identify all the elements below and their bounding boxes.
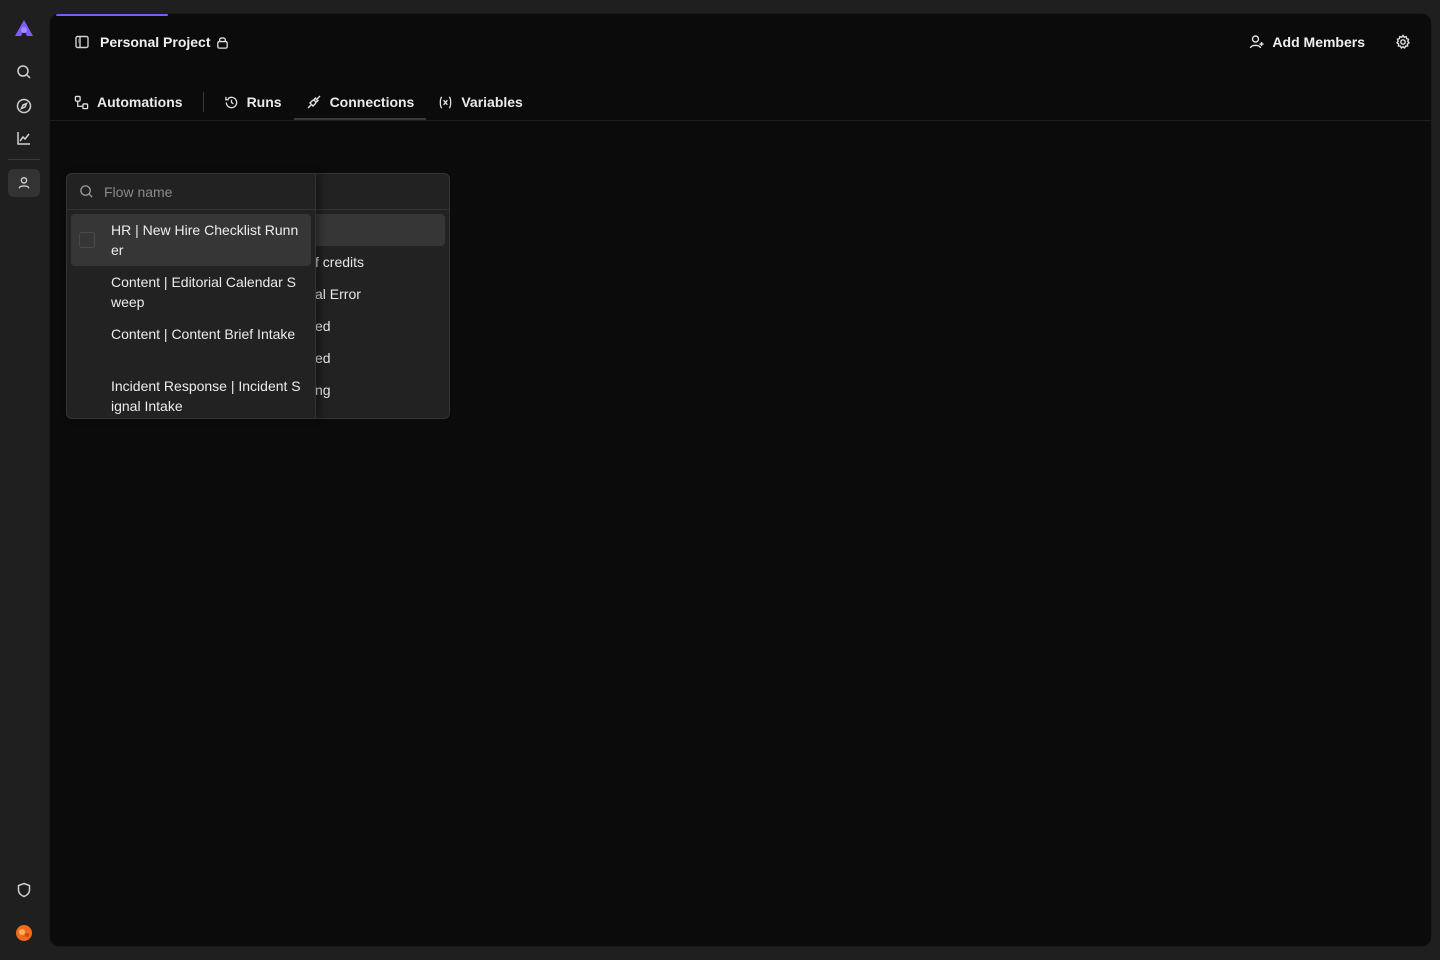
flow-option[interactable]: HR | New Hire Checklist Runner	[71, 214, 311, 266]
project-tabs: Automations Runs Connections Variables	[74, 84, 535, 120]
search-icon[interactable]	[8, 58, 40, 86]
add-members-button[interactable]: Add Members	[1249, 34, 1365, 50]
variable-icon	[438, 95, 453, 110]
flow-option[interactable]: Incident Response | Incident Signal Inta…	[71, 370, 311, 418]
flow-filter-dropdown: HR | New Hire Checklist Runner Content |…	[66, 173, 316, 419]
flow-option-label: Content | Editorial Calendar Sweep	[111, 274, 296, 310]
status-option[interactable]: ed	[315, 318, 331, 334]
project-title[interactable]: Personal Project	[100, 34, 211, 50]
flow-option[interactable]: Content | Content Brief Intake	[71, 318, 311, 370]
tab-label: Variables	[461, 94, 523, 110]
chart-line-icon[interactable]	[8, 124, 40, 152]
automations-icon	[74, 95, 89, 110]
flow-search-input[interactable]	[102, 182, 292, 201]
logo-icon[interactable]	[8, 14, 40, 42]
status-option[interactable]: ng	[315, 382, 331, 398]
compass-icon[interactable]	[8, 92, 40, 120]
checkbox[interactable]	[79, 232, 95, 248]
lock-icon	[215, 35, 230, 50]
flow-option-label: HR | New Hire Checklist Runner	[111, 222, 299, 258]
add-user-icon	[1249, 34, 1265, 50]
status-option[interactable]: al Error	[315, 286, 361, 302]
status-option[interactable]: ed	[315, 350, 331, 366]
plug-icon	[306, 94, 322, 110]
tab-label: Automations	[97, 94, 183, 110]
gear-icon[interactable]	[1395, 34, 1411, 50]
sidebar-toggle-icon[interactable]	[74, 34, 90, 50]
status-option[interactable]: f credits	[315, 254, 364, 270]
page-header: Personal Project Add Members Automations…	[50, 14, 1431, 121]
search-icon	[79, 184, 94, 199]
flow-option-label: Content | Content Brief Intake	[111, 326, 296, 342]
tab-automations[interactable]: Automations	[74, 84, 195, 120]
rail-divider	[8, 159, 40, 160]
flow-option-label: Incident Response | Incident Signal Inta…	[111, 378, 301, 414]
history-icon	[224, 95, 239, 110]
flow-option[interactable]: Content | Editorial Calendar Sweep	[71, 266, 311, 318]
project-header: Personal Project	[74, 34, 230, 50]
tab-variables[interactable]: Variables	[426, 84, 535, 120]
flow-search-row	[67, 174, 315, 210]
header-divider	[50, 120, 1431, 121]
tab-label: Runs	[246, 94, 282, 110]
flow-list: HR | New Hire Checklist Runner Content |…	[67, 210, 315, 418]
tab-runs[interactable]: Runs	[212, 84, 294, 120]
avatar[interactable]	[8, 919, 40, 947]
header-actions: Add Members	[1249, 34, 1411, 50]
shield-icon[interactable]	[8, 876, 40, 904]
main-panel: Personal Project Add Members Automations…	[49, 13, 1432, 947]
add-members-label: Add Members	[1272, 34, 1365, 50]
tab-divider	[202, 92, 204, 112]
left-rail	[0, 0, 48, 960]
tab-connections[interactable]: Connections	[293, 84, 427, 120]
user-icon[interactable]	[8, 169, 40, 197]
tab-label: Connections	[329, 94, 415, 110]
